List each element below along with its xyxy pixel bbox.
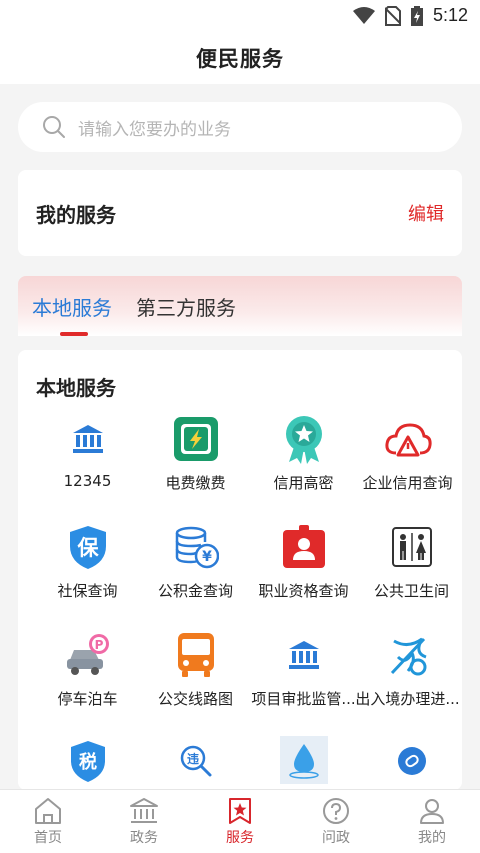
service-item-medicine[interactable]: [356, 736, 467, 794]
social-security-shield-icon: 保: [63, 522, 113, 572]
coin-stack-icon: ¥: [171, 522, 221, 572]
svg-text:¥: ¥: [202, 549, 212, 565]
service-item-water[interactable]: [248, 736, 359, 792]
service-item-tax[interactable]: 税: [32, 736, 143, 794]
service-item-qualification[interactable]: 职业资格查询: [248, 522, 359, 601]
svg-text:保: 保: [76, 536, 99, 560]
bottom-nav: 首页 政务 服务 问政 我的: [0, 789, 480, 853]
user-icon: [420, 798, 444, 824]
service-item-credit[interactable]: 信用高密: [248, 414, 359, 493]
local-services-card: 本地服务 12345 电费缴费 信用高密 企业信用查询 保 社保查询 ¥ 公积金…: [18, 350, 462, 790]
service-item-exit-entry[interactable]: 出入境办理进...: [352, 630, 463, 709]
search-icon: [43, 116, 65, 138]
service-item-restroom[interactable]: 公共卫生间: [356, 522, 467, 601]
wifi-icon: [352, 6, 375, 24]
nav-item-home[interactable]: 首页: [0, 790, 96, 853]
local-services-heading: 本地服务: [36, 376, 116, 400]
page-title: 便民服务: [196, 47, 284, 71]
service-label: 电费缴费: [165, 474, 226, 492]
title-bar: 便民服务: [0, 32, 480, 84]
service-label: 公共卫生间: [373, 582, 449, 600]
service-label: 职业资格查询: [258, 582, 349, 600]
nav-label: 问政: [322, 829, 350, 846]
water-drop-icon: [279, 736, 328, 784]
cloud-warning-icon: [383, 414, 433, 464]
service-item-electricity[interactable]: 电费缴费: [140, 414, 251, 493]
home-icon: [35, 797, 61, 824]
service-label: 社保查询: [57, 582, 118, 600]
service-label: 项目审批监管...: [251, 690, 356, 708]
medicine-icon: [387, 736, 437, 786]
nav-item-profile[interactable]: 我的: [384, 790, 480, 853]
status-bar: 5:12: [0, 0, 480, 32]
service-item-enterprise-credit[interactable]: 企业信用查询: [352, 414, 463, 493]
service-label: 出入境办理进...: [355, 690, 460, 708]
caduceus-icon: [383, 630, 433, 680]
status-time: 5:12: [432, 5, 468, 25]
tab-third-party-services[interactable]: 第三方服务: [136, 276, 236, 336]
nav-item-government[interactable]: 政务: [96, 790, 192, 853]
electricity-bill-icon: [171, 414, 221, 464]
nav-label: 首页: [34, 829, 62, 846]
svg-text:税: 税: [79, 751, 97, 773]
status-icons: 5:12: [352, 5, 468, 26]
nav-label: 政务: [130, 829, 158, 846]
service-label: 12345: [63, 472, 112, 490]
restroom-icon: [387, 522, 437, 572]
service-item-bus[interactable]: 公交线路图: [140, 630, 251, 709]
tax-shield-icon: 税: [63, 736, 113, 786]
service-item-project-approval[interactable]: 项目审批监管...: [248, 630, 359, 709]
service-item-12345[interactable]: 12345: [32, 414, 143, 490]
my-services-label: 我的服务: [36, 202, 116, 227]
bus-icon: [171, 630, 221, 680]
nav-item-service[interactable]: 服务: [192, 790, 288, 853]
nav-item-inquiry[interactable]: 问政: [288, 790, 384, 853]
service-label: 信用高密: [273, 474, 334, 492]
search-placeholder: 请输入您要办的业务: [78, 119, 231, 140]
service-item-parking[interactable]: P 停车泊车: [32, 630, 143, 709]
service-item-social-security[interactable]: 保 社保查询: [32, 522, 143, 601]
government-building-icon: [279, 630, 329, 680]
active-tab-indicator: [60, 332, 88, 336]
svg-text:P: P: [94, 638, 103, 652]
svg-text:违: 违: [186, 751, 198, 766]
nav-label: 服务: [226, 829, 254, 846]
parking-car-icon: P: [63, 630, 113, 680]
service-item-violation[interactable]: 违: [140, 736, 251, 794]
service-item-housing-fund[interactable]: ¥ 公积金查询: [140, 522, 251, 601]
tab-local-services[interactable]: 本地服务: [32, 276, 112, 336]
government-building-icon: [63, 414, 113, 464]
search-input[interactable]: 请输入您要办的业务: [18, 102, 462, 152]
service-label: 企业信用查询: [362, 474, 453, 492]
government-icon: [130, 797, 158, 823]
id-badge-icon: [279, 522, 329, 572]
my-services-card: 我的服务 编辑: [18, 170, 462, 256]
service-bookmark-icon: [229, 797, 251, 824]
credit-badge-icon: [279, 414, 329, 464]
battery-charging-icon: [410, 5, 423, 26]
no-sim-icon: [384, 5, 401, 26]
service-label: 公交线路图: [157, 690, 233, 708]
service-label: 停车泊车: [57, 690, 118, 708]
service-label: 公积金查询: [157, 582, 233, 600]
violation-search-icon: 违: [171, 736, 221, 786]
edit-button[interactable]: 编辑: [408, 200, 444, 226]
nav-label: 我的: [418, 829, 446, 846]
question-icon: [323, 797, 349, 824]
service-tabs: 本地服务 第三方服务: [18, 276, 462, 336]
